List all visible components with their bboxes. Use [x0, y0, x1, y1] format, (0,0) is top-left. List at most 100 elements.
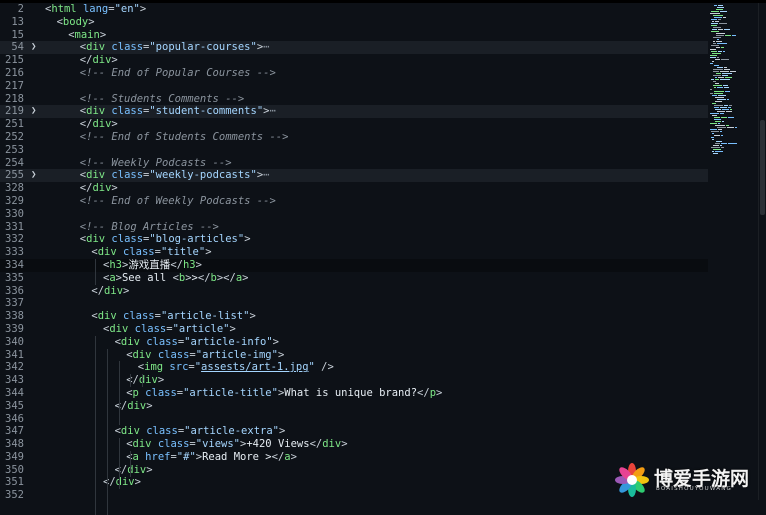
- code-token: class: [111, 233, 144, 246]
- code-token: </: [91, 284, 105, 297]
- line-number: 217: [5, 79, 24, 92]
- code-token: <!-- End of Students Comments -->: [79, 130, 289, 143]
- code-line[interactable]: 338 <div class="article-list">: [0, 310, 708, 323]
- minimap-line: [717, 43, 727, 44]
- minimap-line: [718, 19, 721, 20]
- code-content: <p class="article-title">What is unique …: [126, 387, 442, 400]
- code-token: "en": [114, 3, 140, 15]
- code-content: </div>: [80, 182, 118, 195]
- code-token: <!-- End of Popular Courses -->: [79, 66, 276, 79]
- code-token: html: [51, 3, 77, 15]
- code-line[interactable]: 54 ❯ <div class="popular-courses">⋯: [0, 41, 708, 55]
- code-token: >: [146, 463, 153, 476]
- code-line[interactable]: 331 <!-- Blog Articles -->: [0, 221, 708, 234]
- code-line[interactable]: 218 <!-- Students Comments -->: [0, 93, 708, 106]
- code-token: div: [120, 335, 140, 348]
- code-content: <main>: [68, 29, 106, 42]
- code-line[interactable]: 333 <div class="title">: [0, 246, 708, 259]
- code-line[interactable]: 334 <h3>游戏直播</h3>: [0, 258, 708, 272]
- scrollbar-thumb[interactable]: [760, 120, 765, 215]
- line-number: 344: [5, 386, 24, 399]
- line-number: 218: [5, 92, 24, 105]
- code-content: <div class="views">+420 Views</div>: [126, 438, 347, 451]
- code-content: </div>: [103, 476, 141, 489]
- code-token: >: [436, 386, 443, 399]
- code-line[interactable]: 335 <a>See all <b>></b></a>: [0, 272, 708, 285]
- minimap-line: [714, 117, 720, 118]
- code-token: class: [157, 348, 190, 361]
- minimap-line: [722, 121, 724, 122]
- code-editor[interactable]: 2 <html lang="en"> 13 <body> 15 <main> 54 ❯ <div…: [0, 3, 708, 515]
- code-token: </: [309, 438, 323, 451]
- minimap-line: [735, 127, 737, 128]
- line-number: 54: [11, 41, 24, 54]
- code-token: div: [127, 399, 147, 412]
- fold-chevron-icon[interactable]: ❯: [31, 41, 41, 54]
- code-line[interactable]: 254 <!-- Weekly Podcasts -->: [0, 157, 708, 170]
- minimap-line: [718, 77, 724, 78]
- minimap-line: [711, 25, 717, 26]
- code-token: "blog-articles": [149, 233, 245, 246]
- code-line[interactable]: 255 ❯ <div class="weekly-podcasts">⋯: [0, 169, 708, 183]
- minimap-line: [710, 89, 712, 90]
- minimap-line: [721, 147, 724, 148]
- minimap-line: [722, 109, 729, 110]
- code-content: <body>: [57, 16, 95, 29]
- line-number: 336: [5, 284, 24, 297]
- code-token: href: [145, 450, 171, 463]
- code-line[interactable]: 215 </div>: [0, 54, 708, 67]
- code-token: ⋯: [269, 105, 276, 118]
- watermark-logo: 博爱手游网 BOAISHOUYOUWANG: [614, 462, 764, 498]
- fold-chevron-icon[interactable]: ❯: [31, 105, 41, 118]
- code-line[interactable]: 328 </div>: [0, 182, 708, 195]
- code-token: div: [104, 284, 124, 297]
- code-line[interactable]: 15 <main>: [0, 29, 708, 42]
- code-line[interactable]: 219 ❯ <div class="student-comments">⋯: [0, 105, 708, 119]
- code-token: ⋯: [263, 41, 270, 54]
- line-number: 332: [5, 233, 24, 246]
- line-number: 350: [5, 463, 24, 476]
- code-line[interactable]: 337: [0, 297, 708, 310]
- code-line[interactable]: 253: [0, 144, 708, 157]
- code-content: <!-- Weekly Podcasts -->: [80, 157, 232, 170]
- code-line[interactable]: 252 <!-- End of Students Comments -->: [0, 131, 708, 144]
- minimap[interactable]: [708, 3, 758, 500]
- code-content: </div>: [115, 464, 153, 477]
- code-token: >: [290, 450, 297, 463]
- code-token: </: [79, 182, 93, 195]
- minimap-line: [715, 59, 720, 60]
- code-line[interactable]: 217: [0, 80, 708, 93]
- minimap-line: [718, 29, 723, 30]
- code-token: >: [111, 182, 118, 195]
- code-line[interactable]: 330: [0, 208, 708, 221]
- line-number: 330: [5, 207, 24, 220]
- minimap-line: [715, 121, 721, 122]
- minimap-line: [716, 9, 723, 10]
- indent-guide: [107, 348, 108, 515]
- code-token: class: [111, 41, 144, 54]
- code-line[interactable]: 251 </div>: [0, 118, 708, 131]
- code-token: class: [134, 322, 167, 335]
- code-line[interactable]: 2 <html lang="en">: [0, 3, 708, 16]
- code-line[interactable]: 332 <div class="blog-articles">: [0, 233, 708, 246]
- code-line[interactable]: 340 <div class="article-info">: [0, 336, 708, 349]
- code-token: </: [79, 54, 93, 67]
- indent-guide: [130, 374, 132, 387]
- line-number: 331: [5, 220, 24, 233]
- code-token: div: [132, 348, 152, 361]
- line-number: 333: [5, 246, 24, 259]
- code-token: What is unique brand?: [284, 386, 418, 399]
- code-line[interactable]: 329 <!-- End of Weekly Podcasts -->: [0, 195, 708, 208]
- code-line[interactable]: 339 <div class="article">: [0, 323, 708, 336]
- vertical-scrollbar[interactable]: [758, 3, 766, 500]
- line-number: 348: [5, 438, 24, 451]
- minimap-line: [725, 77, 732, 78]
- fold-chevron-icon[interactable]: ❯: [31, 169, 41, 182]
- minimap-line: [711, 79, 714, 80]
- code-line[interactable]: 216 <!-- End of Popular Courses -->: [0, 67, 708, 80]
- code-line[interactable]: 13 <body>: [0, 16, 708, 29]
- line-number: 335: [5, 271, 24, 284]
- code-token: assests/art-1.jpg: [201, 361, 309, 374]
- code-line[interactable]: 336 </div>: [0, 285, 708, 298]
- minimap-line: [730, 109, 732, 110]
